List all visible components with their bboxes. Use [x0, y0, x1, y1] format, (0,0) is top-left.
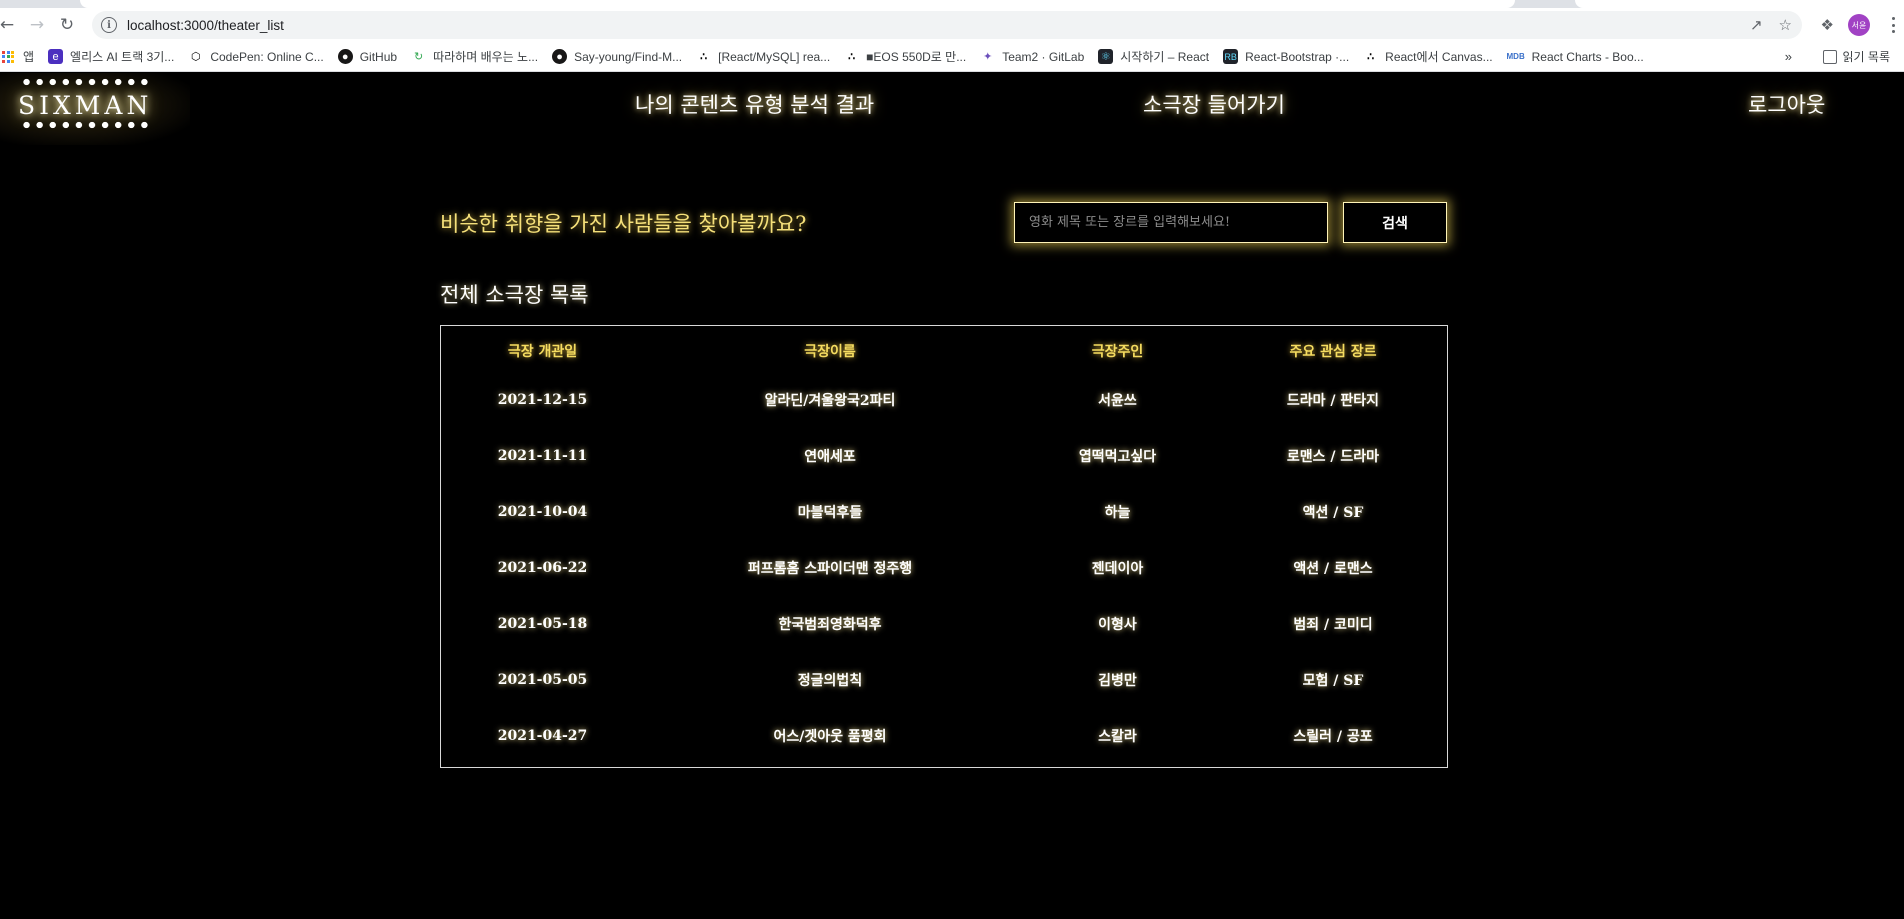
share-icon[interactable]: ↗: [1750, 16, 1763, 34]
table-row[interactable]: 2021-06-22 퍼프롬홈 스파이더맨 정주행 젠데이아 액션 / 로맨스: [441, 540, 1447, 596]
cell-opening-date: 2021-11-11: [497, 448, 588, 464]
mdb-icon: MDB: [1506, 52, 1525, 61]
cell-opening-date: 2021-06-22: [497, 560, 588, 576]
cell-opening-date: 2021-04-27: [497, 728, 588, 744]
column-header-opening-date: 극장 개관일: [507, 344, 578, 360]
cell-opening-date: 2021-10-04: [497, 504, 588, 520]
cell-theater-name[interactable]: 마블덕후들: [644, 484, 1016, 540]
cell-genre: 액션 / SF: [1302, 505, 1364, 521]
bookmark-item[interactable]: MDB React Charts - Boo...: [1507, 49, 1644, 64]
theater-list-title: 전체 소극장 목록: [440, 283, 589, 307]
cell-genre: 스릴러 / 공포: [1293, 729, 1373, 745]
cell-owner: 김병만: [1098, 673, 1137, 689]
search-prompt: 비슷한 취향을 가진 사람들을 찾아볼까요?: [440, 212, 807, 236]
table-header-row: 극장 개관일 극장이름 극장주인 주요 관심 장르: [441, 326, 1447, 372]
reading-list-icon: [1822, 49, 1837, 64]
cell-opening-date: 2021-12-15: [497, 392, 588, 408]
marquee-lights-icon: [20, 121, 151, 129]
nav-logout-link[interactable]: 로그아웃: [1748, 89, 1825, 119]
reload-icon[interactable]: ↻: [52, 10, 82, 40]
bookmark-item[interactable]: RB React-Bootstrap ·...: [1223, 49, 1349, 64]
refresh-icon: ↻: [413, 51, 424, 63]
reading-list-button[interactable]: 읽기 목록: [1822, 48, 1890, 65]
browser-menu-icon[interactable]: [1892, 17, 1896, 33]
bookmark-item[interactable]: ↻ 따라하며 배우는 노...: [411, 48, 538, 65]
bookmark-item[interactable]: ● Say-young/Find-M...: [552, 49, 682, 64]
address-bar[interactable]: i localhost:3000/theater_list ↗ ☆: [92, 11, 1802, 39]
cell-opening-date: 2021-05-05: [497, 672, 588, 688]
cell-genre: 모험 / SF: [1302, 673, 1364, 689]
column-header-genre: 주요 관심 장르: [1289, 344, 1377, 360]
bootstrap-icon: RB: [1223, 49, 1239, 64]
cell-theater-name[interactable]: 퍼프롬홈 스파이더맨 정주행: [644, 540, 1016, 596]
cell-theater-name[interactable]: 정글의법칙: [644, 652, 1016, 708]
sixman-logo[interactable]: SIXMAN: [0, 73, 190, 145]
velog-icon: ∴: [700, 51, 708, 63]
column-header-theater-name: 극장이름: [804, 344, 856, 360]
nav-enter-theater-link[interactable]: 소극장 들어가기: [1143, 89, 1285, 119]
cell-owner: 스칼라: [1098, 729, 1137, 745]
bookmark-item[interactable]: ⬡ CodePen: Online C...: [188, 49, 324, 64]
url-text[interactable]: localhost:3000/theater_list: [127, 18, 284, 33]
cell-theater-name[interactable]: 알라딘/겨울왕국2파티: [644, 372, 1016, 428]
marquee-lights-icon: [20, 78, 151, 86]
bookmark-item[interactable]: ∴ [React/MySQL] rea...: [696, 49, 830, 64]
cell-theater-name[interactable]: 연애세포: [644, 428, 1016, 484]
velog-icon: ∴: [848, 51, 856, 63]
velog-icon: ∴: [1367, 51, 1375, 63]
browser-tab[interactable]: [1575, 0, 1904, 8]
table-row[interactable]: 2021-05-18 한국범죄영화덕후 이형사 범죄 / 코미디: [441, 596, 1447, 652]
column-header-owner: 극장주인: [1091, 344, 1144, 360]
nav-analysis-link[interactable]: 나의 콘텐츠 유형 분석 결과: [635, 89, 874, 119]
profile-avatar[interactable]: 서윤: [1848, 14, 1870, 36]
cell-owner: 하늘: [1104, 505, 1131, 521]
cell-theater-name[interactable]: 어스/겟아웃 품평회: [644, 708, 1016, 764]
apps-grid-icon: [2, 50, 16, 63]
more-bookmarks-chevron-icon[interactable]: »: [1785, 49, 1792, 64]
site-info-icon[interactable]: i: [101, 17, 117, 33]
browser-toolbar: ← → ↻ i localhost:3000/theater_list ↗ ☆ …: [0, 8, 1904, 42]
bookmark-item[interactable]: ✦ Team2 · GitLab: [980, 49, 1084, 64]
app-page: SIXMAN 나의 콘텐츠 유형 분석 결과 소극장 들어가기 로그아웃 비슷한…: [0, 73, 1904, 919]
cell-owner: 이형사: [1098, 617, 1137, 633]
back-arrow-icon[interactable]: ←: [0, 10, 22, 40]
cell-opening-date: 2021-05-18: [497, 616, 588, 632]
bookmark-item[interactable]: ● GitHub: [337, 49, 397, 64]
github-icon: ●: [337, 49, 353, 64]
active-tab[interactable]: [80, 0, 1515, 8]
table-row[interactable]: 2021-04-27 어스/겟아웃 품평회 스칼라 스릴러 / 공포: [441, 708, 1447, 764]
bookmark-item[interactable]: ∴ ■EOS 550D로 만...: [844, 48, 966, 65]
cell-genre: 로맨스 / 드라마: [1286, 449, 1380, 465]
cell-genre: 드라마 / 판타지: [1286, 393, 1380, 409]
cell-owner: 서윤쓰: [1098, 393, 1137, 409]
extensions-puzzle-icon[interactable]: ❖: [1821, 16, 1834, 34]
table-row[interactable]: 2021-10-04 마블덕후들 하늘 액션 / SF: [441, 484, 1447, 540]
bookmark-item[interactable]: e 엘리스 AI 트랙 3기...: [48, 48, 174, 65]
cell-theater-name[interactable]: 한국범죄영화덕후: [644, 596, 1016, 652]
cell-genre: 액션 / 로맨스: [1293, 561, 1373, 577]
forward-arrow-icon[interactable]: →: [22, 10, 52, 40]
elice-icon: e: [48, 49, 64, 64]
github-icon: ●: [552, 49, 568, 64]
theater-table: 극장 개관일 극장이름 극장주인 주요 관심 장르 2021-12-15 알라딘…: [440, 325, 1448, 768]
browser-tabstrip: [0, 0, 1904, 8]
codepen-icon: ⬡: [191, 51, 201, 63]
bookmark-item[interactable]: ∴ React에서 Canvas...: [1363, 48, 1492, 65]
cell-owner: 젠데이아: [1091, 561, 1144, 577]
gitlab-icon: ✦: [983, 51, 993, 63]
react-icon: ⚛: [1098, 49, 1114, 64]
bookmark-star-icon[interactable]: ☆: [1779, 16, 1792, 34]
bookmarks-bar: 앱 e 엘리스 AI 트랙 3기... ⬡ CodePen: Online C.…: [0, 42, 1904, 72]
search-button[interactable]: 검색: [1343, 202, 1447, 243]
cell-owner: 엽떡먹고싶다: [1078, 449, 1157, 465]
logo-text: SIXMAN: [18, 91, 153, 120]
table-row[interactable]: 2021-05-05 정글의법칙 김병만 모험 / SF: [441, 652, 1447, 708]
bookmark-item[interactable]: ⚛ 시작하기 – React: [1098, 48, 1209, 65]
bookmark-apps[interactable]: 앱: [0, 48, 34, 65]
search-input[interactable]: [1014, 202, 1328, 243]
cell-genre: 범죄 / 코미디: [1293, 617, 1373, 633]
table-row[interactable]: 2021-12-15 알라딘/겨울왕국2파티 서윤쓰 드라마 / 판타지: [441, 372, 1447, 428]
table-row[interactable]: 2021-11-11 연애세포 엽떡먹고싶다 로맨스 / 드라마: [441, 428, 1447, 484]
